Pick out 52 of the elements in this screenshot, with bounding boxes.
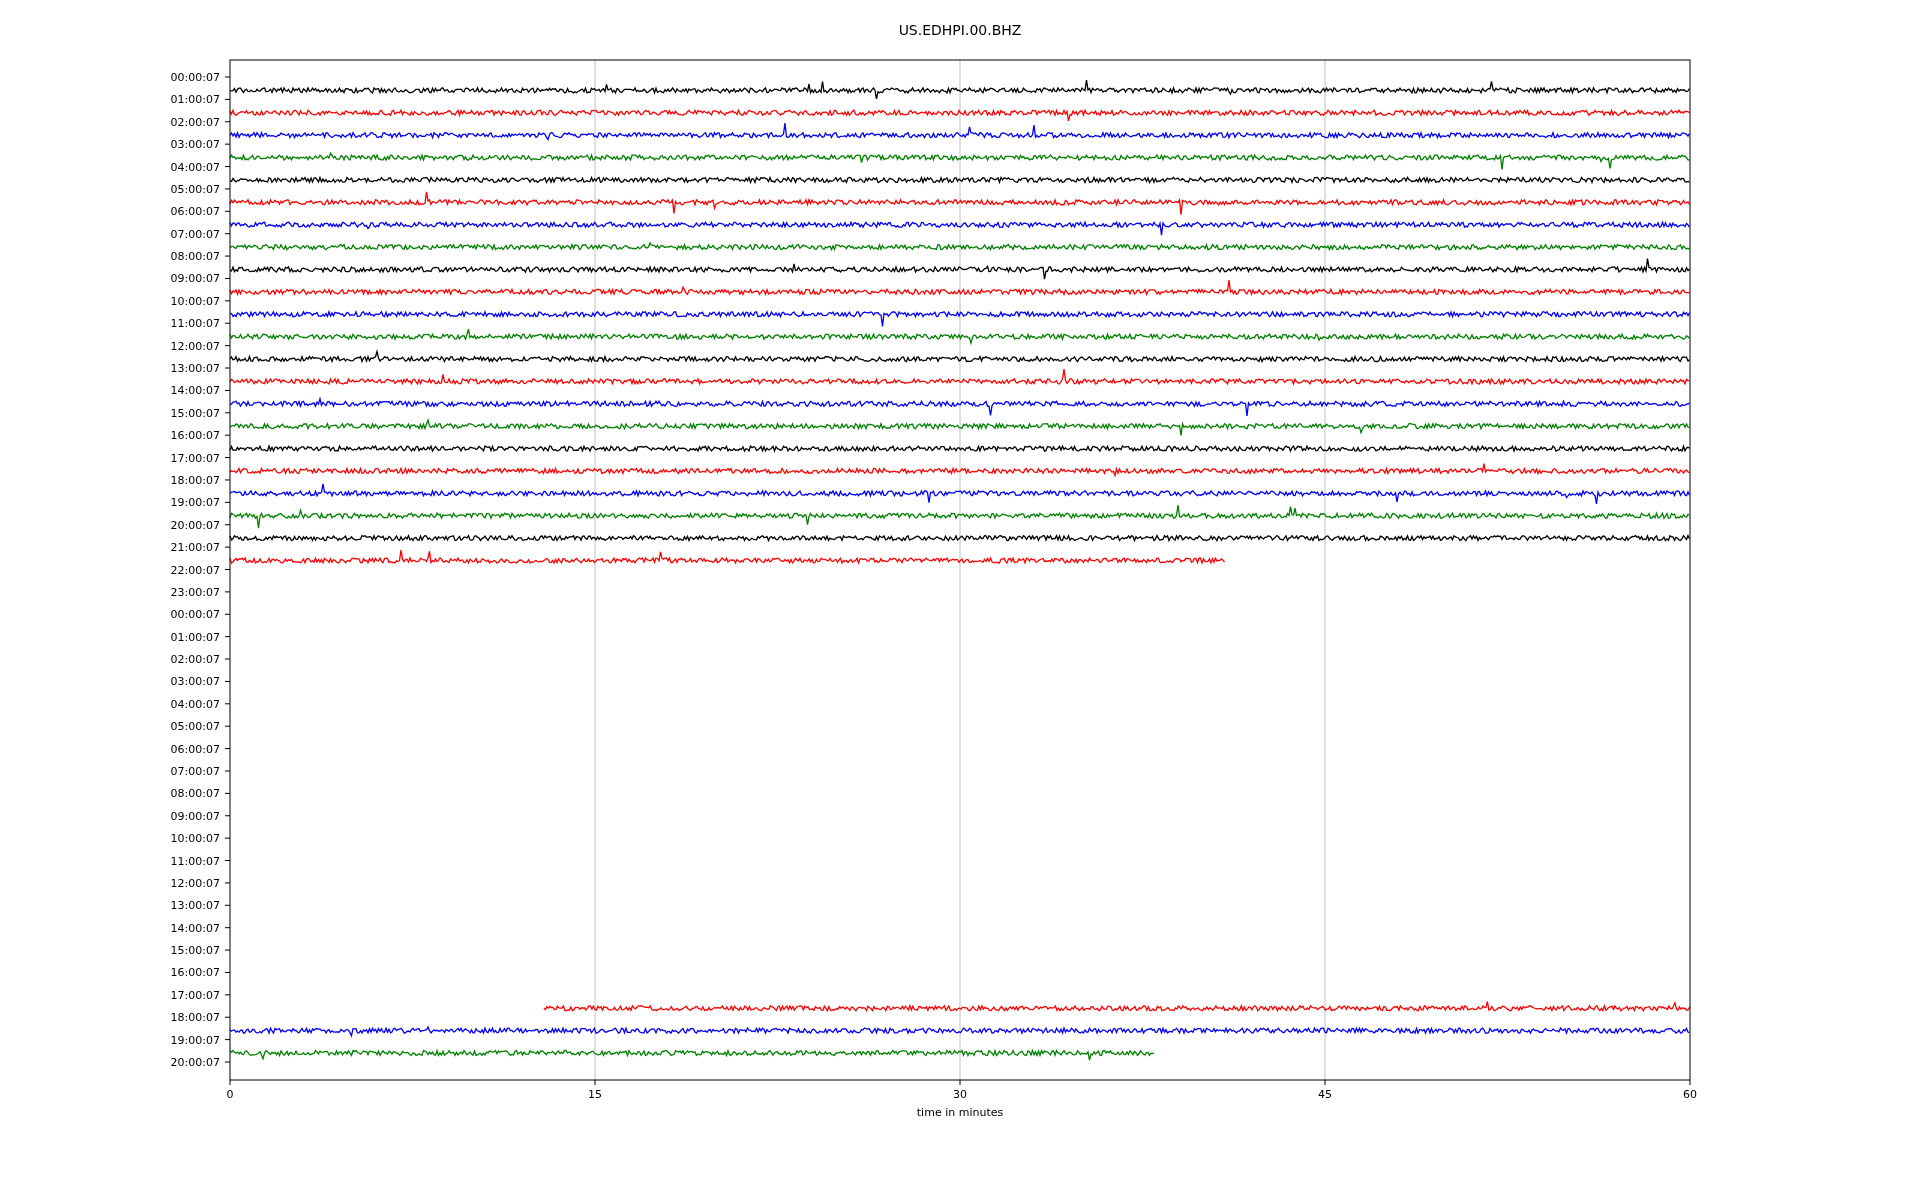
time-label: 13:00:07 [170,899,220,913]
time-label: 05:00:07 [170,720,220,734]
time-label: 14:00:07 [170,921,220,935]
time-label: 14:00:07 [170,384,220,398]
time-label: 12:00:07 [170,876,220,890]
time-label: 21:00:07 [170,541,220,555]
time-label: 01:00:07 [170,630,220,644]
time-label: 04:00:07 [170,697,220,711]
minute-tick-label: 15 [588,1088,602,1101]
time-label: 11:00:07 [170,317,220,331]
time-label: 16:00:07 [170,966,220,980]
time-label: 02:00:07 [170,653,220,667]
time-label: 19:00:07 [170,1033,220,1047]
time-label: 16:00:07 [170,429,220,443]
time-label: 13:00:07 [170,362,220,375]
time-label: 18:00:07 [170,1011,220,1025]
time-label: 09:00:07 [170,809,220,823]
time-label: 08:00:07 [170,787,220,801]
minute-tick-label: 45 [1318,1088,1332,1101]
time-label: 15:00:07 [170,406,220,420]
x-axis-label: time in minutes [916,1106,1004,1119]
time-label: 11:00:07 [170,854,220,868]
time-label: 01:00:07 [170,93,220,107]
time-label: 05:00:07 [170,182,220,196]
time-label: 10:00:07 [170,832,220,846]
time-label: 02:00:07 [170,115,220,129]
time-label: 06:00:07 [170,205,220,219]
plot-title: US.EDHPI.00.BHZ [898,22,1022,38]
minute-tick-label: 60 [1683,1088,1697,1101]
time-label: 15:00:07 [170,944,220,958]
time-label: 18:00:07 [170,473,220,487]
minute-tick-label: 30 [953,1088,967,1101]
time-label: 17:00:07 [170,451,220,465]
time-label: 10:00:07 [170,294,220,308]
time-label: 00:00:07 [170,71,220,84]
time-label: 00:00:07 [170,608,220,622]
time-label: 08:00:07 [170,250,220,264]
time-label: 06:00:07 [170,742,220,756]
time-label: 12:00:07 [170,339,220,353]
time-label: 19:00:07 [170,496,220,510]
minute-tick-label: 0 [226,1088,234,1101]
time-label: 07:00:07 [170,765,220,778]
time-label: 04:00:07 [170,160,220,174]
time-label: 09:00:07 [170,272,220,286]
time-label: 07:00:07 [170,227,220,241]
time-label: 20:00:07 [170,1056,220,1069]
time-label: 03:00:07 [170,138,220,152]
time-label: 23:00:07 [170,585,220,599]
time-label: 17:00:07 [170,988,220,1002]
time-label: 03:00:07 [170,675,220,689]
time-label: 22:00:07 [170,563,220,577]
time-label: 20:00:07 [170,518,220,532]
